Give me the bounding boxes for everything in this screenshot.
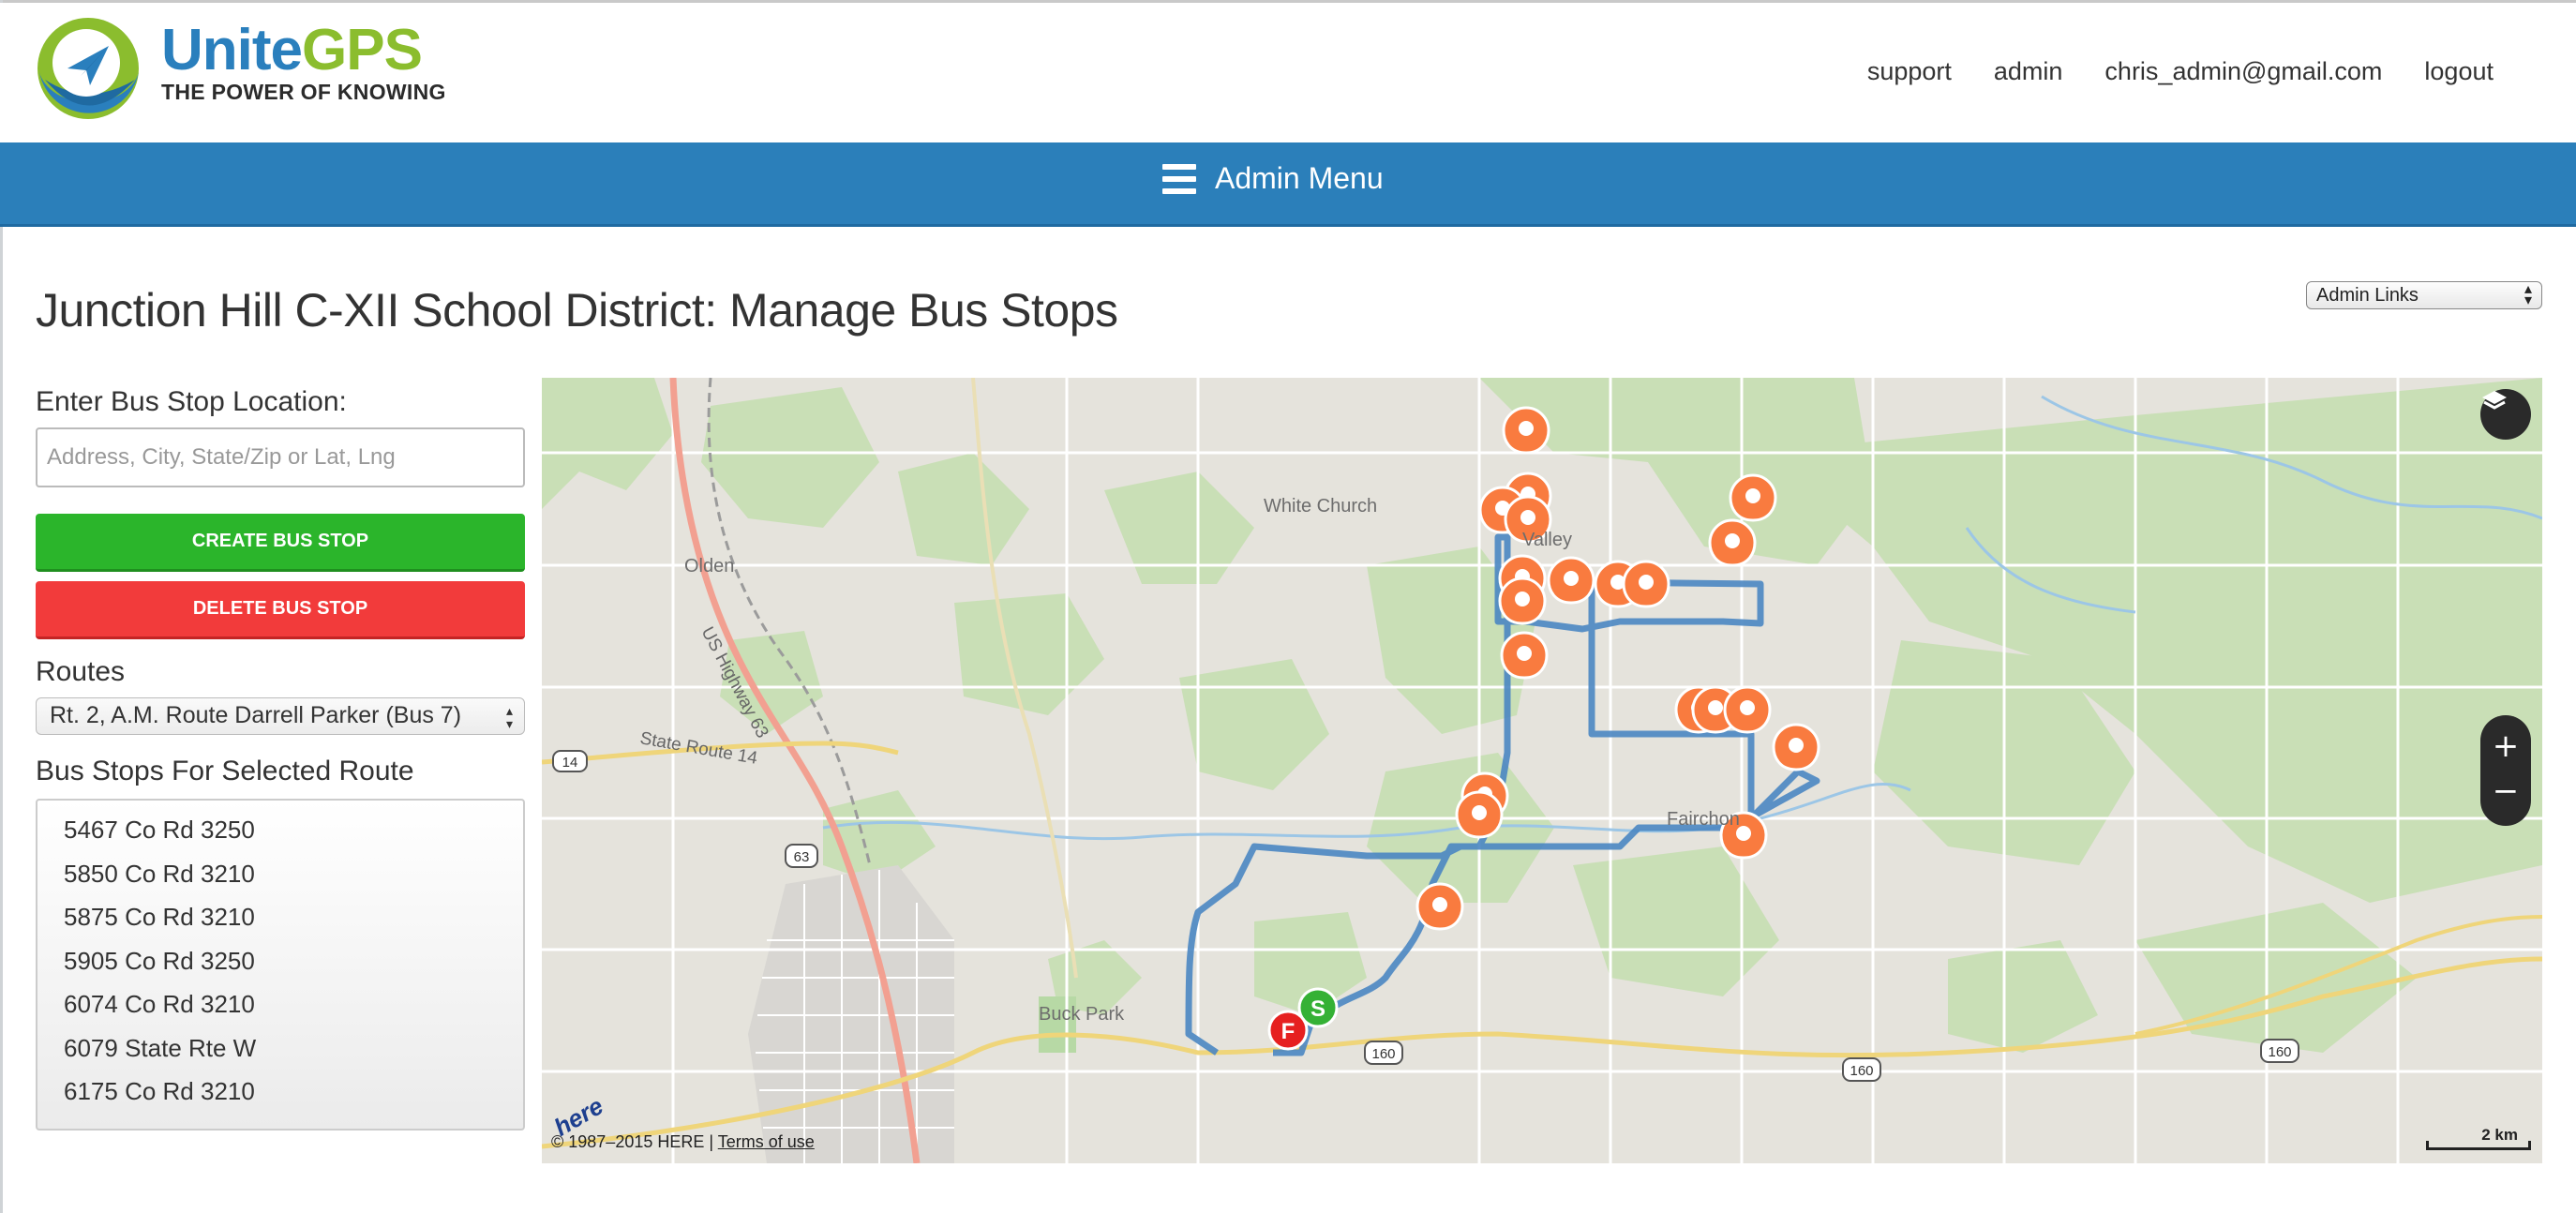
route-63-shield: 63 [785, 844, 818, 868]
map-pin-icon[interactable] [1547, 556, 1595, 605]
place-olden: Olden [684, 556, 735, 577]
map-pin-icon[interactable] [1729, 473, 1777, 522]
select-arrows-icon: ▴ ▾ [2524, 281, 2532, 308]
routes-label: Routes [36, 656, 126, 687]
routes-select[interactable]: Rt. 2, A.M. Route Darrell Parker (Bus 7)… [36, 697, 525, 735]
logo-icon [37, 18, 139, 119]
route-map[interactable]: S F 14 63 160 160 160 US Highway 63 Stat… [542, 378, 2542, 1163]
map-pin-icon[interactable] [1502, 406, 1550, 455]
location-input[interactable] [36, 427, 525, 487]
svg-text:160: 160 [2268, 1044, 2291, 1060]
map-pin-icon[interactable] [1415, 882, 1464, 931]
admin-menu-toggle[interactable]: Admin Menu [1162, 161, 1384, 196]
route-160-shield: 160 [1364, 1041, 1403, 1065]
delete-bus-stop-button[interactable]: DELETE BUS STOP [36, 581, 525, 639]
brand-name-gps: GPS [302, 18, 423, 82]
map-pin-icon[interactable] [1455, 790, 1504, 839]
place-valley: Valley [1522, 530, 1572, 550]
page-title: Junction Hill C-XII School District: Man… [36, 284, 1118, 337]
create-bus-stop-button[interactable]: CREATE BUS STOP [36, 514, 525, 572]
scale-bar [2426, 1141, 2531, 1150]
map-pin-icon[interactable] [1772, 723, 1820, 771]
list-item[interactable]: 6175 Co Rd 3210 [37, 1070, 523, 1114]
map-pin-icon[interactable] [1622, 560, 1670, 608]
map-copyright: © 1987–2015 HERE | Terms of use [551, 1132, 815, 1152]
admin-links-select[interactable]: Admin Links ▴ ▾ [2306, 281, 2542, 309]
svg-text:63: 63 [794, 849, 810, 865]
start-marker-label: S [1310, 996, 1325, 1022]
location-label: Enter Bus Stop Location: [36, 386, 347, 417]
finish-marker-label: F [1281, 1019, 1295, 1044]
list-item[interactable]: 5905 Co Rd 3250 [37, 939, 523, 983]
admin-menu-label: Admin Menu [1215, 161, 1384, 195]
select-arrows-icon: ▴ ▾ [505, 703, 513, 731]
list-item[interactable]: 5467 Co Rd 3250 [37, 808, 523, 852]
route-160-shield: 160 [1842, 1057, 1881, 1082]
site-header: UniteGPS THE POWER OF KNOWING support ad… [0, 3, 2576, 142]
copyright-text: © 1987–2015 HERE | [551, 1132, 714, 1151]
logout-link[interactable]: logout [2424, 57, 2494, 86]
zoom-in-button[interactable]: + [2480, 723, 2531, 770]
support-link[interactable]: support [1867, 57, 1952, 86]
admin-links-value: Admin Links [2316, 285, 2419, 306]
map-canvas[interactable]: S F 14 63 160 160 160 US Highway 63 Stat… [542, 378, 2542, 1163]
layers-icon [2482, 391, 2507, 410]
route-14-shield: 14 [552, 750, 588, 772]
svg-text:160: 160 [1850, 1063, 1873, 1079]
list-item[interactable]: 6079 State Rte W [37, 1026, 523, 1071]
unitegps-logo[interactable]: UniteGPS THE POWER OF KNOWING [36, 14, 486, 127]
map-pin-icon[interactable] [1498, 577, 1547, 625]
svg-text:14: 14 [562, 755, 578, 771]
top-nav: support admin chris_admin@gmail.com logo… [1867, 57, 2494, 86]
map-scale: 2 km [2426, 1126, 2531, 1150]
bus-stops-list[interactable]: 5467 Co Rd 3250 5850 Co Rd 3210 5875 Co … [36, 799, 525, 1131]
bus-stops-label: Bus Stops For Selected Route [36, 756, 414, 786]
zoom-control: + − [2480, 715, 2531, 826]
place-fairchon: Fairchon [1667, 809, 1740, 830]
routes-selected-value: Rt. 2, A.M. Route Darrell Parker (Bus 7) [50, 702, 462, 728]
route-160-shield: 160 [2260, 1039, 2299, 1063]
admin-menu-bar: Admin Menu [0, 142, 2576, 227]
brand-tagline: THE POWER OF KNOWING [161, 80, 446, 104]
map-pin-icon[interactable] [1708, 518, 1757, 567]
list-item[interactable]: 5875 Co Rd 3210 [37, 895, 523, 939]
map-pin-icon[interactable] [1500, 631, 1549, 680]
state-route-14-label: State Route 14 [638, 728, 759, 769]
layers-button[interactable] [2480, 389, 2531, 440]
hamburger-icon [1162, 163, 1196, 194]
map-pin-icon[interactable] [1723, 685, 1772, 734]
finish-marker[interactable]: F [1267, 1010, 1309, 1051]
brand-name-unite: Unite [161, 18, 303, 82]
terms-of-use-link[interactable]: Terms of use [718, 1132, 815, 1151]
place-buck-park: Buck Park [1039, 1004, 1125, 1025]
list-item[interactable]: 6074 Co Rd 3210 [37, 982, 523, 1026]
zoom-out-button[interactable]: − [2480, 768, 2531, 815]
admin-link[interactable]: admin [1994, 57, 2063, 86]
svg-text:160: 160 [1371, 1046, 1395, 1062]
user-email-link[interactable]: chris_admin@gmail.com [2104, 57, 2382, 86]
place-white-church: White Church [1264, 496, 1378, 517]
list-item[interactable]: 5850 Co Rd 3210 [37, 852, 523, 896]
